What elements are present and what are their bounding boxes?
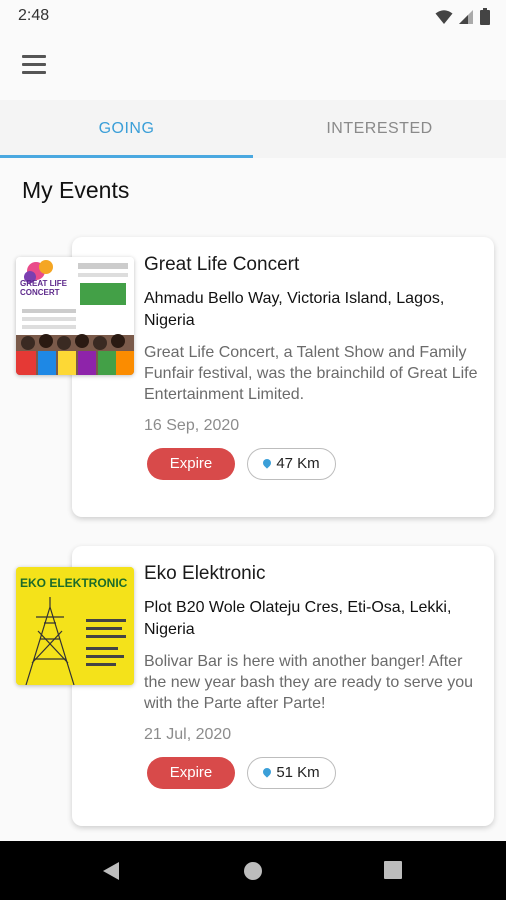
home-icon[interactable] (243, 861, 263, 881)
event-poster[interactable]: GREAT LIFE CONCERT (16, 257, 134, 375)
distance-button[interactable]: 47 Km (247, 448, 336, 480)
status-bar: 2:48 (0, 0, 506, 34)
event-title: Great Life Concert (144, 254, 300, 275)
system-nav-bar (0, 841, 506, 900)
menu-icon[interactable] (22, 55, 48, 75)
signal-icon (459, 9, 473, 24)
tab-bar: GOING INTERESTED (0, 100, 506, 158)
event-date: 16 Sep, 2020 (144, 417, 240, 434)
page-title: My Events (22, 177, 130, 203)
tab-interested[interactable]: INTERESTED (253, 100, 506, 158)
poster-text: GREAT LIFE CONCERT (20, 279, 67, 297)
event-description: Great Life Concert, a Talent Show and Fa… (144, 344, 478, 403)
event-address: Ahmadu Bello Way, Victoria Island, Lagos… (144, 290, 445, 329)
status-time: 2:48 (18, 7, 50, 24)
event-address: Plot B20 Wole Olateju Cres, Eti-Osa, Lek… (144, 599, 452, 638)
wifi-icon (435, 9, 453, 24)
poster-text: EKO ELEKTRONIC (20, 576, 128, 590)
event-poster-image (16, 257, 134, 375)
distance-button[interactable]: 51 Km (247, 757, 336, 789)
battery-icon (480, 8, 490, 25)
location-pin-icon (261, 457, 273, 469)
event-title: Eko Elektronic (144, 563, 266, 584)
event-card[interactable]: Great Life Concert Ahmadu Bello Way, Vic… (72, 237, 494, 517)
tab-going[interactable]: GOING (0, 100, 253, 158)
distance-label: 47 Km (276, 455, 320, 472)
status-icons (435, 8, 490, 25)
tab-indicator (0, 155, 253, 158)
back-icon[interactable] (102, 861, 120, 881)
event-poster[interactable]: EKO ELEKTRONIC (16, 567, 134, 685)
distance-label: 51 Km (276, 764, 320, 781)
app-bar (0, 34, 506, 100)
event-card[interactable]: Eko Elektronic Plot B20 Wole Olateju Cre… (72, 546, 494, 826)
expire-button[interactable]: Expire (147, 448, 235, 480)
recents-icon[interactable] (384, 861, 402, 879)
location-pin-icon (261, 766, 273, 778)
event-description: Bolivar Bar is here with another banger!… (144, 653, 474, 712)
event-date: 21 Jul, 2020 (144, 726, 232, 743)
expire-button[interactable]: Expire (147, 757, 235, 789)
